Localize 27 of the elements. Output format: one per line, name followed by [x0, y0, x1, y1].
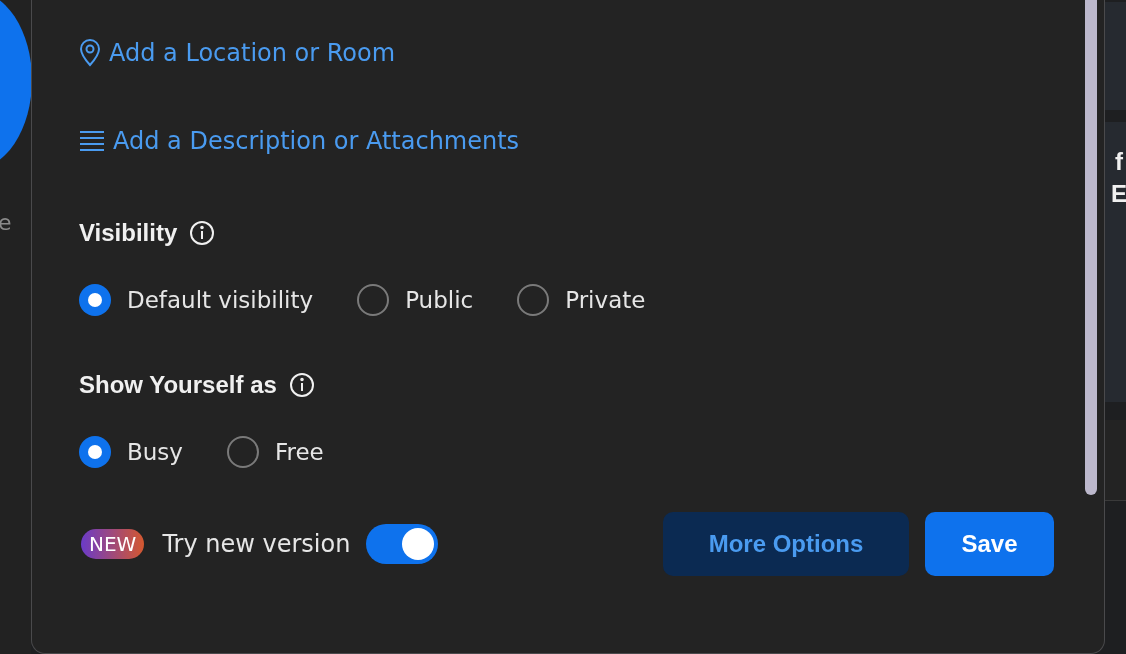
- add-description-link[interactable]: Add a Description or Attachments: [79, 124, 520, 158]
- radio-option[interactable]: Free: [226, 436, 324, 468]
- toggle-label: Try new version: [162, 530, 351, 558]
- background-text: e: [0, 210, 12, 235]
- section-title: Show Yourself as: [79, 371, 277, 399]
- description-lines-icon: [79, 130, 105, 152]
- radio-button[interactable]: [357, 284, 390, 316]
- radio-option[interactable]: Private: [517, 284, 646, 316]
- add-location-link[interactable]: Add a Location or Room: [79, 36, 396, 70]
- background-text: f: [1115, 148, 1124, 176]
- scrollbar-thumb[interactable]: [1085, 0, 1097, 495]
- radio-option[interactable]: Busy: [79, 436, 183, 468]
- info-icon[interactable]: [189, 220, 216, 246]
- more-options-button[interactable]: More Options: [663, 512, 909, 576]
- radio-button[interactable]: [226, 436, 259, 468]
- location-pin-icon: [79, 39, 101, 67]
- radio-button[interactable]: [79, 436, 111, 468]
- toggle-switch[interactable]: [366, 524, 439, 564]
- radio-option[interactable]: Public: [357, 284, 474, 316]
- info-icon[interactable]: [288, 372, 315, 398]
- radio-button[interactable]: [517, 284, 550, 316]
- radio-option[interactable]: Default visibility: [79, 284, 314, 316]
- section-title: Visibility: [79, 219, 178, 247]
- save-button[interactable]: Save: [925, 512, 1054, 576]
- background-text: E: [1111, 180, 1126, 208]
- new-badge: NEW: [81, 529, 145, 559]
- radio-button[interactable]: [79, 284, 111, 316]
